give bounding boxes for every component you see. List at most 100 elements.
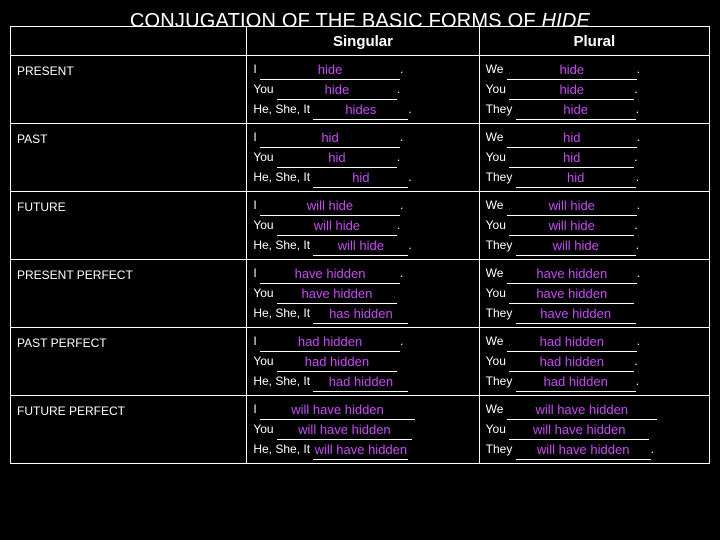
answer-blank[interactable]: hid (506, 128, 637, 148)
cell-past-perfect-plural: We had hidden. You had hidden. They had … (478, 327, 711, 396)
subject: They (485, 442, 513, 456)
conjugation-line: They will have hidden. (485, 439, 703, 460)
conjugation-line: You hide. (485, 79, 703, 100)
answer-blank[interactable]: hid (515, 168, 636, 188)
conjugation-line: They hide. (486, 99, 703, 120)
answer-blank[interactable]: will have hidden (509, 420, 650, 440)
cell-present-singular: I hide. You hide. He, She, It hides. (246, 55, 480, 124)
answer-blank[interactable]: hides (313, 100, 409, 120)
subject: You (253, 422, 274, 436)
period: . (634, 150, 638, 164)
period: . (396, 82, 401, 96)
header-row: Singular Plural (9, 26, 711, 56)
row-label-present-perfect: PRESENT PERFECT (9, 259, 248, 328)
answer-blank[interactable]: will have hidden (313, 440, 409, 460)
answer-blank[interactable]: had hidden (260, 332, 401, 352)
conjugation-line: I had hidden. (253, 331, 472, 352)
answer-blank[interactable]: will hide (313, 236, 409, 256)
cell-present-plural: We hide. You hide. They hide. (478, 55, 711, 124)
answer-blank[interactable]: has hidden (313, 304, 409, 324)
cell-past-plural: We hid. You hid. They hid. (478, 123, 711, 192)
conjugation-line: You hid. (253, 147, 472, 168)
answer-blank[interactable]: have hidden (509, 284, 635, 304)
subject: You (253, 286, 274, 300)
answer-blank[interactable]: hid (276, 148, 397, 168)
period: . (408, 238, 412, 252)
answer-blank[interactable]: had hidden (506, 332, 637, 352)
answer-blank[interactable]: will hide (260, 196, 401, 216)
cell-present-perfect-singular: I have hidden. You have hidden He, She, … (246, 259, 480, 328)
answer-blank[interactable]: hid (313, 168, 409, 188)
answer-blank[interactable]: hid (260, 128, 401, 148)
table-row: FUTURE PERFECT I will have hidden You wi… (9, 395, 711, 464)
period: . (396, 218, 401, 232)
cell-future-singular: I will hide. You will hide. He, She, It … (246, 191, 480, 260)
subject: You (485, 354, 506, 368)
conjugation-line: We have hidden. (486, 263, 703, 284)
conjugation-line: I will hide. (253, 195, 472, 216)
table-header: Singular Plural (9, 26, 711, 56)
subject: You (485, 82, 506, 96)
subject: They (485, 238, 513, 252)
answer-blank[interactable]: hide (506, 60, 637, 80)
conjugation-line: You will have hidden (253, 419, 472, 440)
answer-blank[interactable]: will have hidden (276, 420, 412, 440)
conjugation-line: They will hide. (485, 235, 703, 256)
period: . (396, 150, 401, 164)
answer-blank[interactable]: have hidden (276, 284, 397, 304)
answer-blank[interactable]: will hide (509, 216, 635, 236)
answer-blank[interactable]: have hidden (260, 264, 401, 284)
answer-blank[interactable]: will have hidden (260, 400, 416, 420)
conjugation-line: We hid. (485, 127, 703, 148)
row-label-future-perfect: FUTURE PERFECT (9, 395, 248, 464)
subject: You (253, 218, 274, 232)
cell-past-perfect-singular: I had hidden. You had hidden He, She, It… (246, 327, 480, 396)
answer-blank[interactable]: had hidden (509, 352, 635, 372)
conjugation-line: You have hidden (485, 283, 703, 304)
conjugation-line: You had hidden (253, 351, 472, 372)
answer-blank[interactable]: had hidden (515, 372, 636, 392)
answer-blank[interactable]: will have hidden (515, 440, 651, 460)
answer-blank[interactable]: hide (515, 100, 636, 120)
cell-future-perfect-singular: I will have hidden You will have hidden … (246, 395, 480, 464)
period: . (636, 62, 641, 76)
header-cell-plural: Plural (478, 26, 711, 56)
period: . (636, 198, 641, 212)
answer-blank[interactable]: will hide (506, 196, 637, 216)
subject: I (253, 198, 257, 212)
conjugation-line: He, She, It has hidden (253, 303, 472, 324)
answer-blank[interactable]: hide (260, 60, 401, 80)
cell-present-perfect-plural: We have hidden. You have hidden They hav… (478, 259, 711, 328)
conjugation-line: He, She, It will have hidden (253, 439, 472, 460)
answer-blank[interactable]: will hide (515, 236, 636, 256)
answer-blank[interactable]: have hidden (506, 264, 637, 284)
answer-blank[interactable]: will have hidden (506, 400, 657, 420)
subject: You (485, 286, 506, 300)
subject: They (485, 170, 513, 184)
subject: We (485, 198, 504, 212)
conjugation-line: We will hide. (485, 195, 703, 216)
answer-blank[interactable]: have hidden (515, 304, 636, 324)
period: . (636, 266, 641, 280)
conjugation-line: I have hidden. (253, 263, 472, 284)
conjugation-line: He, She, It hid. (253, 167, 472, 188)
answer-blank[interactable]: hid (509, 148, 635, 168)
answer-blank[interactable]: hide (509, 80, 635, 100)
subject: We (485, 130, 504, 144)
conjugation-line: You will have hidden (486, 419, 703, 440)
period: . (400, 130, 404, 144)
subject: He, She, It (253, 238, 311, 252)
subject: He, She, It (253, 374, 311, 388)
answer-blank[interactable]: had hidden (276, 352, 397, 372)
subject: We (485, 62, 504, 76)
conjugation-line: You will hide. (486, 215, 703, 236)
answer-blank[interactable]: will hide (276, 216, 397, 236)
table-body: PRESENT I hide. You hide. He, She, It hi… (9, 55, 711, 464)
conjugation-line: They have hidden (486, 303, 703, 324)
answer-blank[interactable]: had hidden (313, 372, 409, 392)
answer-blank[interactable]: hide (276, 80, 397, 100)
period: . (400, 334, 404, 348)
subject: He, She, It (253, 442, 311, 456)
period: . (635, 238, 640, 252)
conjugation-line: They had hidden. (486, 371, 703, 392)
